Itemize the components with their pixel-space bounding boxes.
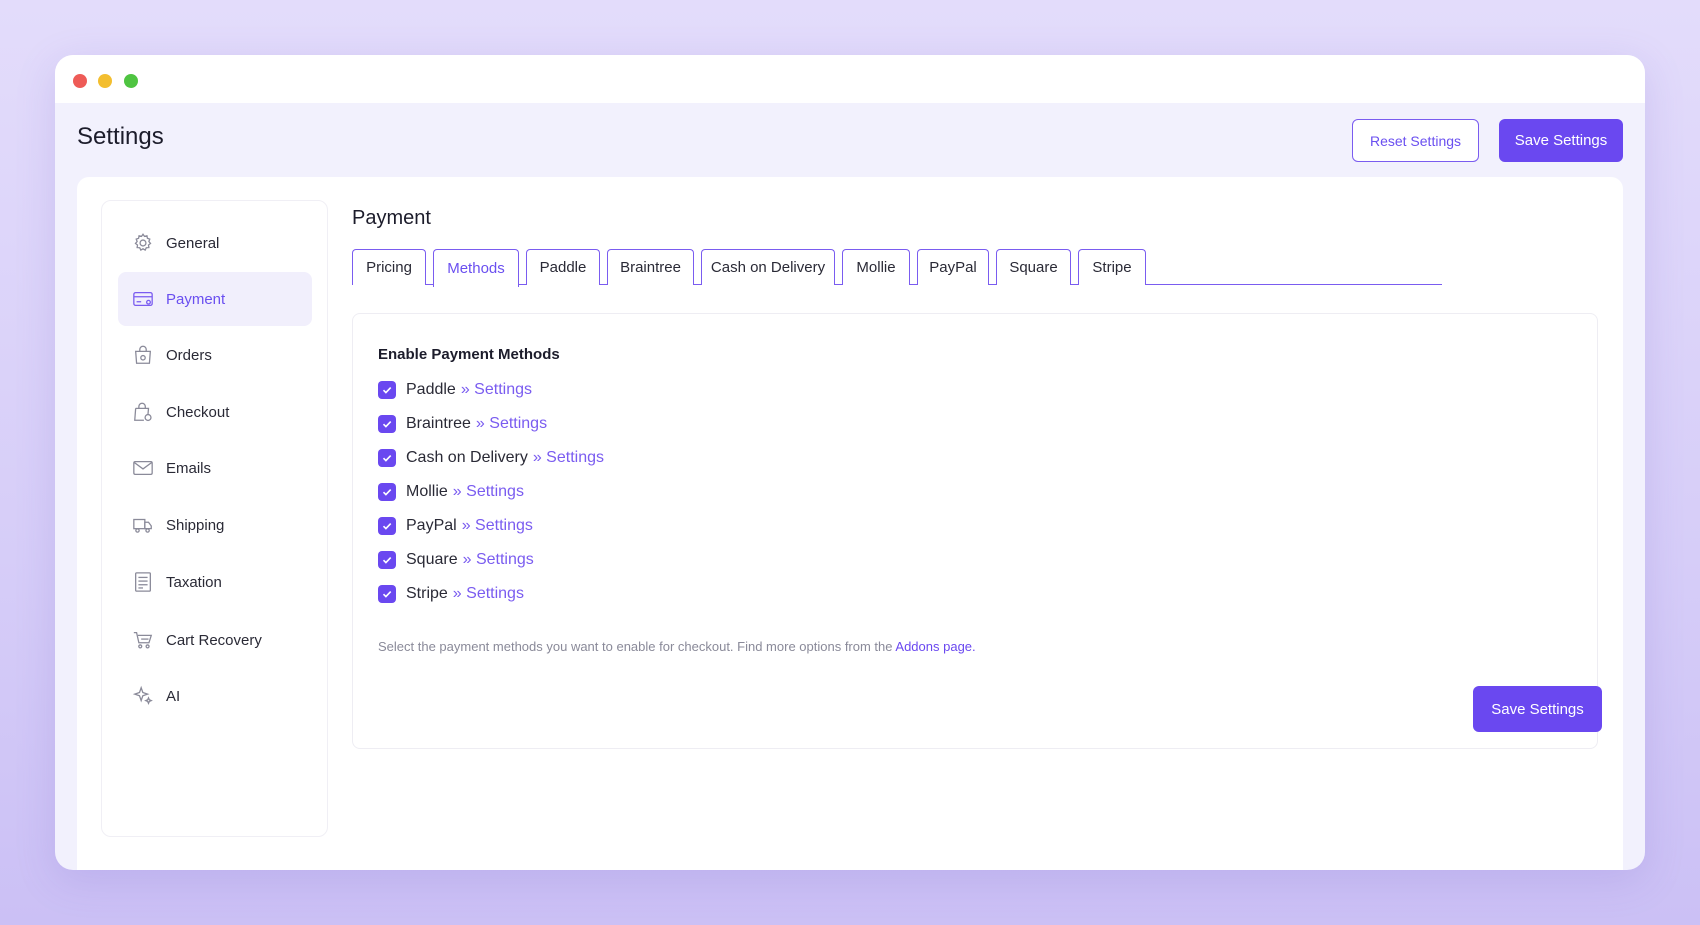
tab-cash-on-delivery[interactable]: Cash on Delivery — [701, 249, 835, 285]
payment-methods-card: Enable Payment Methods Paddle » Settings… — [352, 313, 1602, 749]
check-icon — [382, 557, 392, 564]
method-row-paddle: Paddle » Settings — [378, 378, 532, 402]
shopping-bag-icon — [134, 345, 152, 364]
sidebar-item-orders[interactable]: Orders — [118, 328, 312, 382]
sidebar-item-label: General — [166, 234, 220, 252]
method-name: Paddle — [406, 381, 456, 398]
window-titlebar — [55, 55, 1645, 103]
method-name: Mollie — [406, 483, 448, 500]
paypal-checkbox[interactable] — [378, 517, 396, 535]
sidebar-item-payment[interactable]: Payment — [118, 272, 312, 326]
method-row-mollie: Mollie » Settings — [378, 480, 524, 504]
check-icon — [382, 387, 392, 394]
square-settings-link[interactable]: » Settings — [463, 551, 534, 569]
paddle-settings-link[interactable]: » Settings — [461, 381, 532, 399]
stripe-settings-link[interactable]: » Settings — [453, 585, 524, 603]
tab-methods[interactable]: Methods — [433, 249, 519, 287]
envelope-icon — [133, 460, 153, 476]
tab-pricing[interactable]: Pricing — [352, 249, 426, 285]
check-icon — [382, 489, 392, 496]
method-row-paypal: PayPal » Settings — [378, 514, 533, 538]
braintree-checkbox[interactable] — [378, 415, 396, 433]
mollie-checkbox[interactable] — [378, 483, 396, 501]
method-row-stripe: Stripe » Settings — [378, 582, 524, 606]
maximize-window-button[interactable] — [124, 74, 138, 88]
stripe-checkbox[interactable] — [378, 585, 396, 603]
settings-window: Settings Reset Settings Save Settings Ge… — [55, 55, 1645, 870]
close-window-button[interactable] — [73, 74, 87, 88]
addons-page-link[interactable]: Addons page. — [895, 639, 975, 654]
tab-mollie[interactable]: Mollie — [842, 249, 910, 285]
sidebar-item-cart-recovery[interactable]: Cart Recovery — [118, 613, 312, 667]
braintree-settings-link[interactable]: » Settings — [476, 415, 547, 433]
method-row-square: Square » Settings — [378, 548, 534, 572]
section-title: Payment — [352, 207, 431, 229]
paypal-settings-link[interactable]: » Settings — [462, 517, 533, 535]
method-name: Square — [406, 551, 458, 568]
card-title: Enable Payment Methods — [378, 346, 560, 363]
sidebar-item-taxation[interactable]: Taxation — [118, 555, 312, 609]
sidebar-item-checkout[interactable]: Checkout — [118, 385, 312, 439]
check-icon — [382, 591, 392, 598]
sidebar-item-label: Taxation — [166, 573, 222, 591]
square-checkbox[interactable] — [378, 551, 396, 569]
check-icon — [382, 455, 392, 462]
bag-lock-icon — [134, 402, 152, 422]
sidebar-item-label: Payment — [166, 290, 226, 308]
gear-icon — [134, 233, 152, 251]
method-row-cash-on-delivery: Cash on Delivery » Settings — [378, 446, 604, 470]
sidebar-item-label: Orders — [166, 346, 212, 364]
sidebar-item-label: Shipping — [166, 516, 225, 534]
method-name: Braintree — [406, 415, 471, 432]
check-icon — [382, 523, 392, 530]
cart-icon — [133, 632, 153, 649]
card-save-settings-button[interactable]: Save Settings — [1473, 686, 1602, 732]
sidebar-item-emails[interactable]: Emails — [118, 441, 312, 495]
sidebar-item-label: AI — [166, 687, 181, 705]
tab-stripe[interactable]: Stripe — [1078, 249, 1146, 285]
method-name: Cash on Delivery — [406, 449, 528, 466]
minimize-window-button[interactable] — [98, 74, 112, 88]
settings-content: General Payment Orders Checkout Emails S… — [77, 177, 1623, 870]
reset-settings-button[interactable]: Reset Settings — [1352, 119, 1479, 162]
cash-on-delivery-settings-link[interactable]: » Settings — [533, 449, 604, 467]
method-row-braintree: Braintree » Settings — [378, 412, 547, 436]
help-text-body: Select the payment methods you want to e… — [378, 639, 896, 654]
save-settings-button[interactable]: Save Settings — [1499, 119, 1623, 162]
settings-sidebar: General Payment Orders Checkout Emails S… — [101, 200, 328, 837]
mollie-settings-link[interactable]: » Settings — [453, 483, 524, 501]
sidebar-item-label: Cart Recovery — [166, 631, 262, 649]
sidebar-item-label: Checkout — [166, 403, 230, 421]
credit-card-icon — [133, 291, 153, 307]
page-title: Settings — [77, 123, 164, 150]
help-text: Select the payment methods you want to e… — [378, 639, 976, 654]
tab-square[interactable]: Square — [996, 249, 1071, 285]
check-icon — [382, 421, 392, 428]
payment-tabs: Pricing Methods Paddle Braintree Cash on… — [352, 249, 1442, 287]
sidebar-item-shipping[interactable]: Shipping — [118, 498, 312, 552]
tab-braintree[interactable]: Braintree — [607, 249, 694, 285]
tab-paddle[interactable]: Paddle — [526, 249, 600, 285]
sparkle-icon — [132, 685, 153, 705]
method-name: Stripe — [406, 585, 448, 602]
cash-on-delivery-checkbox[interactable] — [378, 449, 396, 467]
method-name: PayPal — [406, 517, 457, 534]
sidebar-item-general[interactable]: General — [118, 216, 312, 270]
sidebar-item-ai[interactable]: AI — [118, 669, 312, 723]
truck-icon — [133, 518, 152, 533]
receipt-icon — [135, 572, 151, 592]
paddle-checkbox[interactable] — [378, 381, 396, 399]
sidebar-item-label: Emails — [166, 459, 212, 477]
tab-paypal[interactable]: PayPal — [917, 249, 989, 285]
